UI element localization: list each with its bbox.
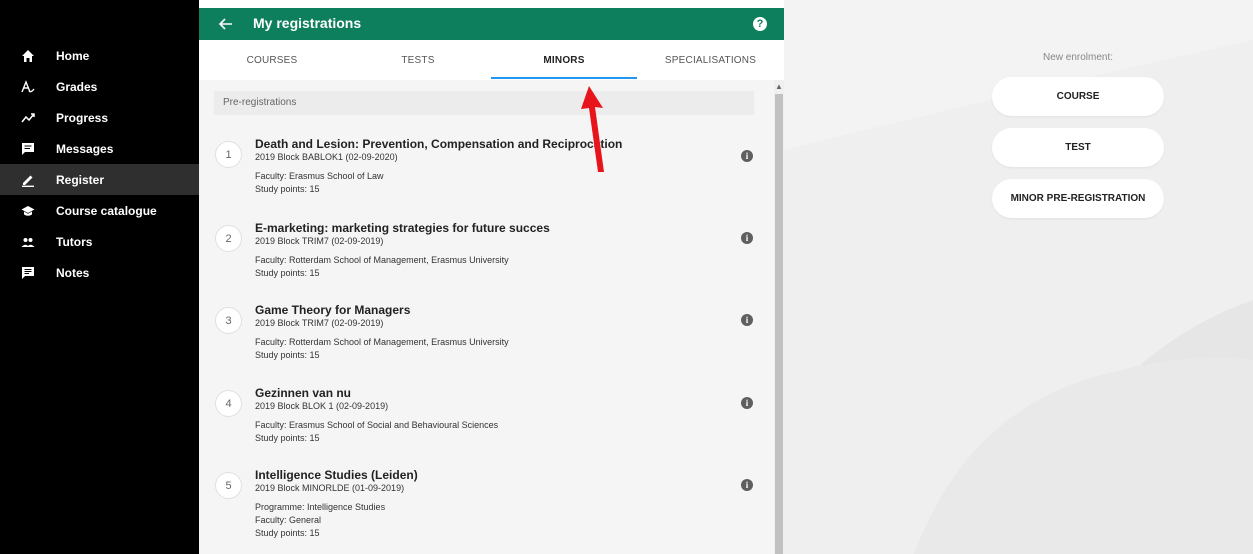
item-title: E-marketing: marketing strategies for fu… bbox=[255, 221, 550, 235]
item-title: Death and Lesion: Prevention, Compensati… bbox=[255, 137, 623, 151]
pencil-icon bbox=[21, 173, 35, 187]
section-header: Pre-registrations bbox=[214, 91, 754, 115]
item-faculty: Faculty: Rotterdam School of Management,… bbox=[255, 337, 509, 347]
item-programme: Programme: Intelligence Studies bbox=[255, 502, 386, 512]
list-item[interactable]: 2 E-marketing: marketing strategies for … bbox=[214, 221, 754, 291]
sidebar-item-register[interactable]: Register bbox=[0, 164, 199, 195]
sidebar-item-label: Register bbox=[56, 172, 105, 187]
graduation-cap-icon bbox=[21, 204, 35, 218]
red-arrow-annotation bbox=[581, 86, 604, 172]
header-bar: My registrations ? bbox=[199, 8, 784, 40]
back-arrow-icon[interactable] bbox=[219, 14, 235, 34]
sidebar-item-label: Grades bbox=[56, 79, 98, 94]
tab-courses[interactable]: COURSES bbox=[199, 40, 345, 80]
enrol-course-button[interactable]: COURSE bbox=[992, 77, 1164, 116]
item-faculty: Faculty: Rotterdam School of Management,… bbox=[255, 255, 509, 265]
item-faculty: Faculty: Erasmus School of Social and Be… bbox=[255, 420, 499, 430]
item-number-badge: 4 bbox=[215, 390, 242, 417]
tab-minors[interactable]: MINORS bbox=[491, 40, 637, 80]
home-icon bbox=[21, 49, 35, 63]
info-icon[interactable]: i bbox=[741, 314, 753, 326]
scrollbar-thumb[interactable] bbox=[775, 94, 783, 554]
list-item[interactable]: 4 Gezinnen van nu 2019 Block BLOK 1 (02-… bbox=[214, 386, 754, 456]
tab-specialisations[interactable]: SPECIALISATIONS bbox=[637, 40, 784, 80]
item-study-points: Study points: 15 bbox=[255, 528, 320, 538]
item-study-points: Study points: 15 bbox=[255, 184, 320, 194]
scroll-up-icon[interactable]: ▲ bbox=[774, 83, 784, 91]
sidebar: Home Grades Progress Messages Register C… bbox=[0, 0, 199, 554]
sidebar-nav: Home Grades Progress Messages Register C… bbox=[0, 40, 199, 288]
new-enrolment-panel: New enrolment: COURSE TEST MINOR PRE-REG… bbox=[784, 0, 1253, 554]
info-icon[interactable]: i bbox=[741, 232, 753, 244]
enrol-test-button[interactable]: TEST bbox=[992, 128, 1164, 167]
item-number-badge: 5 bbox=[215, 472, 242, 499]
sidebar-item-tutors[interactable]: Tutors bbox=[0, 226, 199, 257]
progress-icon bbox=[21, 111, 35, 125]
sidebar-item-label: Tutors bbox=[56, 234, 93, 249]
sidebar-item-label: Messages bbox=[56, 141, 114, 156]
sidebar-item-grades[interactable]: Grades bbox=[0, 71, 199, 102]
tab-tests[interactable]: TESTS bbox=[345, 40, 491, 80]
item-block: 2019 Block MINORLDE (01-09-2019) bbox=[255, 483, 405, 493]
info-icon[interactable]: i bbox=[741, 479, 753, 491]
item-faculty: Faculty: Erasmus School of Law bbox=[255, 171, 384, 181]
item-study-points: Study points: 15 bbox=[255, 268, 320, 278]
scrollbar[interactable]: ▲ bbox=[774, 80, 784, 554]
list-item[interactable]: 1 Death and Lesion: Prevention, Compensa… bbox=[214, 137, 754, 207]
item-block: 2019 Block TRIM7 (02-09-2019) bbox=[255, 236, 384, 246]
active-tab-indicator bbox=[491, 77, 637, 79]
item-block: 2019 Block BLOK 1 (02-09-2019) bbox=[255, 401, 389, 411]
messages-icon bbox=[21, 142, 35, 156]
new-enrolment-label: New enrolment: bbox=[1042, 52, 1114, 63]
sidebar-item-notes[interactable]: Notes bbox=[0, 257, 199, 288]
item-study-points: Study points: 15 bbox=[255, 350, 320, 360]
item-block: 2019 Block BABLOK1 (02-09-2020) bbox=[255, 152, 398, 162]
list-item[interactable]: 3 Game Theory for Managers 2019 Block TR… bbox=[214, 303, 754, 373]
sidebar-item-label: Progress bbox=[56, 110, 109, 125]
item-title: Gezinnen van nu bbox=[255, 386, 352, 400]
people-icon bbox=[21, 235, 35, 249]
item-title: Intelligence Studies (Leiden) bbox=[255, 468, 418, 482]
notes-icon bbox=[21, 266, 35, 280]
grades-icon bbox=[21, 79, 35, 94]
item-title: Game Theory for Managers bbox=[255, 303, 411, 317]
item-faculty: Faculty: General bbox=[255, 515, 322, 525]
item-number-badge: 3 bbox=[215, 307, 242, 334]
registration-list: Pre-registrations 1 Death and Lesion: Pr… bbox=[199, 80, 774, 554]
sidebar-item-messages[interactable]: Messages bbox=[0, 133, 199, 164]
sidebar-item-progress[interactable]: Progress bbox=[0, 102, 199, 133]
registrations-panel: My registrations ? COURSES TESTS MINORS … bbox=[199, 0, 784, 554]
info-icon[interactable]: i bbox=[741, 397, 753, 409]
info-icon[interactable]: i bbox=[741, 150, 753, 162]
sidebar-item-home[interactable]: Home bbox=[0, 40, 199, 71]
item-study-points: Study points: 15 bbox=[255, 433, 320, 443]
help-icon[interactable]: ? bbox=[753, 17, 767, 31]
tab-bar: COURSES TESTS MINORS SPECIALISATIONS bbox=[199, 40, 784, 80]
list-item[interactable]: 5 Intelligence Studies (Leiden) 2019 Blo… bbox=[214, 468, 754, 552]
sidebar-item-label: Course catalogue bbox=[56, 203, 157, 218]
sidebar-item-label: Home bbox=[56, 48, 90, 63]
item-block: 2019 Block TRIM7 (02-09-2019) bbox=[255, 318, 384, 328]
sidebar-item-course-catalogue[interactable]: Course catalogue bbox=[0, 195, 199, 226]
item-number-badge: 2 bbox=[215, 225, 242, 252]
item-number-badge: 1 bbox=[215, 141, 242, 168]
page-title: My registrations bbox=[253, 15, 362, 31]
minor-pre-registration-button[interactable]: MINOR PRE-REGISTRATION bbox=[992, 179, 1164, 218]
sidebar-item-label: Notes bbox=[56, 265, 90, 280]
